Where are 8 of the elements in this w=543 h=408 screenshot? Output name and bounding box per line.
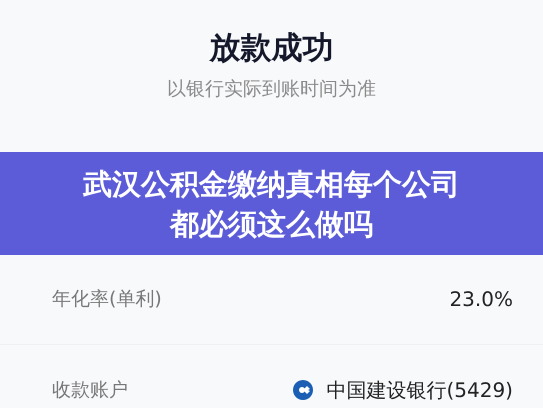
banner-text: 武汉公积金缴纳真相每个公司都必须这么做吗 [82,166,461,242]
row-value: 中国建设银行(5429) [326,376,513,404]
row-label: 年化率(单利) [52,287,162,312]
page-title: 放款成功 [210,29,334,68]
bank-logo-icon [292,379,314,401]
row-label: 收款账户 [52,378,128,403]
page-subtitle: 以银行实际到账时间为准 [167,77,376,102]
row-value: 23.0% [449,287,513,311]
